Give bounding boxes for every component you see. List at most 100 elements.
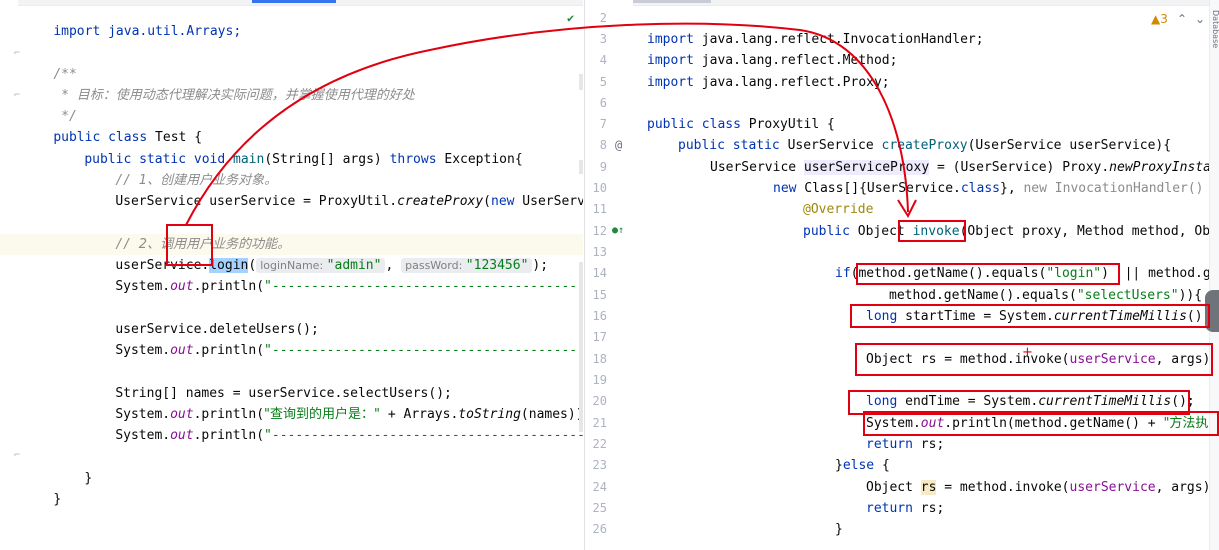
- code-line[interactable]: }else {: [835, 455, 890, 476]
- check-mark-icon[interactable]: ✔: [567, 12, 574, 24]
- right-editor-pane[interactable]: ▲3 ⌃ ⌄ 2 3 4 5 6 7 8 9 10 11 12 13 14 15…: [584, 0, 1219, 550]
- line-number[interactable]: 21: [585, 413, 607, 434]
- code-line[interactable]: Object rs = method.invoke(userService, a…: [866, 477, 1210, 498]
- code-line[interactable]: }: [835, 519, 843, 540]
- code-line[interactable]: long startTime = System.currentTimeMilli…: [866, 306, 1210, 327]
- line-number[interactable]: 20: [585, 391, 607, 412]
- chevron-down-icon[interactable]: ⌄: [1195, 12, 1205, 26]
- code-text: java.lang.reflect.Method;: [693, 53, 898, 68]
- code-line[interactable]: public static UserService createProxy(Us…: [678, 135, 1171, 156]
- code-text: endTime = System.: [897, 394, 1039, 409]
- doc-comment-text: 目标：使用动态代理解决实际问题，并掌握使用代理的好处: [76, 88, 415, 103]
- line-number[interactable]: 17: [585, 327, 607, 348]
- code-line[interactable]: import java.lang.reflect.Method;: [647, 50, 897, 71]
- code-line[interactable]: System.out.println(method.getName() + "方…: [866, 413, 1208, 434]
- code-line[interactable]: public class ProxyUtil {: [647, 114, 835, 135]
- static-field: out: [920, 416, 945, 431]
- line-number[interactable]: 15: [585, 285, 607, 306]
- line-number[interactable]: 26: [585, 519, 607, 540]
- code-line[interactable]: import java.lang.reflect.Proxy;: [647, 72, 890, 93]
- inspection-widget[interactable]: ▲3: [1151, 12, 1168, 26]
- code-line[interactable]: System.out.println("--------------------…: [84, 255, 583, 294]
- fold-marker-icon[interactable]: ⌐: [14, 48, 20, 59]
- line-number[interactable]: 7: [585, 114, 607, 135]
- right-tool-strip[interactable]: [1209, 0, 1219, 550]
- line-number[interactable]: 8: [585, 135, 607, 156]
- code-line[interactable]: Object rs = method.invoke(userService, a…: [866, 349, 1210, 370]
- line-number[interactable]: 25: [585, 498, 607, 519]
- code-line[interactable]: userService.login(loginName: "admin", pa…: [84, 234, 548, 273]
- line-number[interactable]: 6: [585, 93, 607, 114]
- scrollbar-marker[interactable]: [579, 74, 583, 90]
- chevron-up-icon[interactable]: ⌃: [1177, 12, 1187, 26]
- code-text: .println(method.getName() +: [944, 416, 1164, 431]
- left-editor-pane[interactable]: ⌐ ⌐ ⌐ ✔ import java.util.Arrays; /** * 目…: [0, 0, 583, 550]
- code-line[interactable]: * 目标：使用动态代理解决实际问题，并掌握使用代理的好处: [22, 64, 415, 103]
- code-line[interactable]: return rs;: [866, 434, 944, 455]
- code-line[interactable]: public static void main(String[] args) t…: [53, 128, 522, 167]
- code-line[interactable]: // 2、调用用户业务的功能。: [84, 213, 290, 252]
- annotation-icon[interactable]: @: [615, 139, 622, 151]
- line-number[interactable]: 13: [585, 242, 607, 263]
- line-number[interactable]: 23: [585, 455, 607, 476]
- code-line[interactable]: System.out.println("--------------------…: [84, 319, 583, 358]
- code-text: System.: [115, 428, 171, 443]
- keyword: public: [803, 224, 850, 239]
- code-line[interactable]: System.out.println("查询到的用户是：" + Arrays.t…: [84, 383, 583, 422]
- code-line[interactable]: new Class[]{UserService.class}, new Invo…: [773, 178, 1204, 199]
- code-line[interactable]: long endTime = System.currentTimeMillis(…: [866, 391, 1195, 412]
- code-line[interactable]: }: [22, 468, 61, 507]
- line-number[interactable]: 2: [585, 8, 607, 29]
- code-line[interactable]: return rs;: [866, 498, 944, 519]
- line-number[interactable]: 18: [585, 349, 607, 370]
- implements-icon[interactable]: ●↑: [612, 225, 624, 237]
- code-line[interactable]: import java.util.Arrays;: [22, 0, 241, 39]
- left-gutter[interactable]: [0, 0, 18, 550]
- fold-marker-icon[interactable]: ⌐: [14, 450, 20, 461]
- line-number[interactable]: 3: [585, 29, 607, 50]
- code-text: Object rs = method.invoke(: [866, 352, 1070, 367]
- static-call: createProxy: [397, 194, 484, 209]
- warning-triangle-icon: ▲: [1151, 12, 1161, 26]
- code-line[interactable]: method.getName().equals("selectUsers")){: [889, 285, 1202, 306]
- line-number[interactable]: 10: [585, 178, 607, 199]
- line-number[interactable]: 16: [585, 306, 607, 327]
- database-tool-tab[interactable]: Database: [1211, 10, 1219, 48]
- code-line[interactable]: */: [22, 85, 77, 124]
- floating-toolbar-handle[interactable]: [1205, 290, 1219, 332]
- line-number[interactable]: 19: [585, 370, 607, 391]
- static-field: out: [170, 428, 194, 443]
- code-line[interactable]: if(method.getName().equals("login") || m…: [835, 263, 1219, 284]
- code-line[interactable]: UserService userService = ProxyUtil.crea…: [84, 170, 583, 209]
- fold-marker-icon[interactable]: ⌐: [14, 90, 20, 101]
- code-line[interactable]: }: [53, 447, 92, 486]
- scrollbar-marker[interactable]: [579, 160, 583, 174]
- code-line[interactable]: userService.deleteUsers();: [84, 298, 319, 337]
- keyword: import: [647, 32, 694, 47]
- line-number[interactable]: 24: [585, 477, 607, 498]
- line-number[interactable]: 4: [585, 50, 607, 71]
- code-line[interactable]: String[] names = userService.selectUsers…: [84, 362, 452, 401]
- keyword: else: [842, 458, 875, 473]
- code-text: java.lang.reflect.Proxy;: [693, 75, 890, 90]
- static-field: out: [170, 343, 194, 358]
- code-text: = (UserService) Proxy.: [929, 160, 1110, 175]
- line-number[interactable]: 9: [585, 157, 607, 178]
- code-line[interactable]: import java.lang.reflect.InvocationHandl…: [647, 29, 984, 50]
- line-number[interactable]: 11: [585, 199, 607, 220]
- line-number[interactable]: 12: [585, 221, 607, 242]
- code-line[interactable]: /**: [22, 43, 76, 82]
- right-tab-strip[interactable]: [585, 0, 1219, 6]
- scrollbar-marker[interactable]: [579, 262, 583, 432]
- code-line[interactable]: // 1、创建用户业务对象。: [84, 149, 277, 188]
- code-line[interactable]: UserService userServiceProxy = (UserServ…: [710, 157, 1211, 178]
- line-number[interactable]: 5: [585, 72, 607, 93]
- line-number[interactable]: 22: [585, 434, 607, 455]
- line-number[interactable]: 14: [585, 263, 607, 284]
- keyword: return: [866, 501, 913, 516]
- code-line[interactable]: public Object invoke(Object proxy, Metho…: [803, 221, 1210, 242]
- code-line[interactable]: @Override: [803, 199, 873, 220]
- code-line[interactable]: public class Test {: [22, 106, 202, 145]
- code-text: (Object proxy, Method method, Ob: [959, 224, 1211, 239]
- code-line[interactable]: System.out.println("--------------------…: [84, 404, 583, 443]
